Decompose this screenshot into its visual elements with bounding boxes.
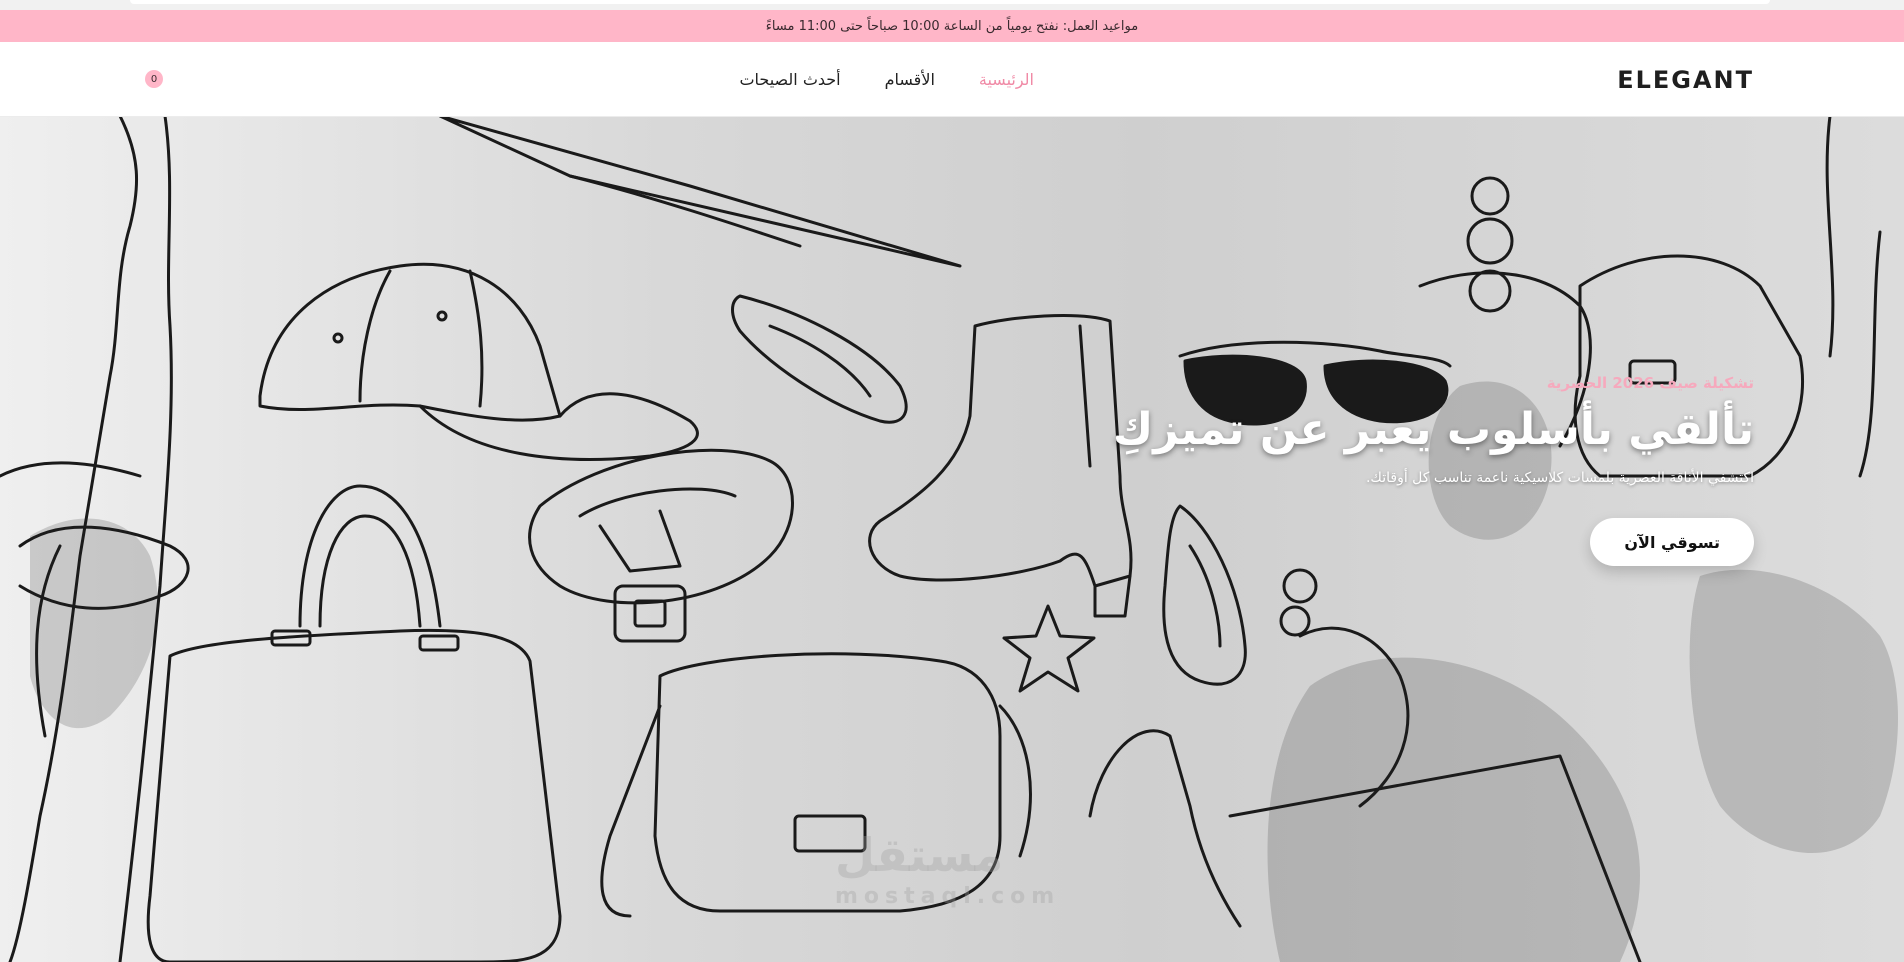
watermark: مستقل mostaql.com bbox=[835, 828, 1060, 909]
main-nav: الرئيسية الأقسام أحدث الصيحات bbox=[739, 70, 1034, 89]
hero-eyebrow: تشكيلة صيف 2026 الحصرية bbox=[1546, 374, 1754, 392]
site-header: ELEGANT الرئيسية الأقسام أحدث الصيحات 0 bbox=[0, 42, 1904, 117]
nav-home[interactable]: الرئيسية bbox=[979, 70, 1034, 89]
watermark-main: مستقل bbox=[835, 828, 1004, 882]
hero-subtitle: اكتشفي الأناقة العصرية بلمسات كلاسيكية ن… bbox=[1365, 470, 1754, 487]
hero-copy: تشكيلة صيف 2026 الحصرية تألقي بأسلوب يعب… bbox=[994, 374, 1754, 567]
nav-sections[interactable]: الأقسام bbox=[885, 70, 935, 89]
cart-badge[interactable]: 0 bbox=[145, 70, 163, 88]
hero-banner: مستقل mostaql.com تشكيلة صيف 2026 الحصري… bbox=[0, 116, 1904, 962]
site-logo[interactable]: ELEGANT bbox=[1617, 66, 1754, 94]
shop-now-button[interactable]: تسوقي الآن bbox=[1590, 518, 1754, 567]
nav-trends[interactable]: أحدث الصيحات bbox=[739, 70, 840, 89]
announcement-bar: مواعيد العمل: نفتح يومياً من الساعة 10:0… bbox=[0, 10, 1904, 42]
browser-top-strip bbox=[0, 0, 1904, 10]
hero-title: تألقي بأسلوب يعبر عن تميزكِ bbox=[1112, 404, 1754, 455]
announcement-text: مواعيد العمل: نفتح يومياً من الساعة 10:0… bbox=[765, 18, 1139, 34]
watermark-sub: mostaql.com bbox=[835, 884, 1061, 909]
